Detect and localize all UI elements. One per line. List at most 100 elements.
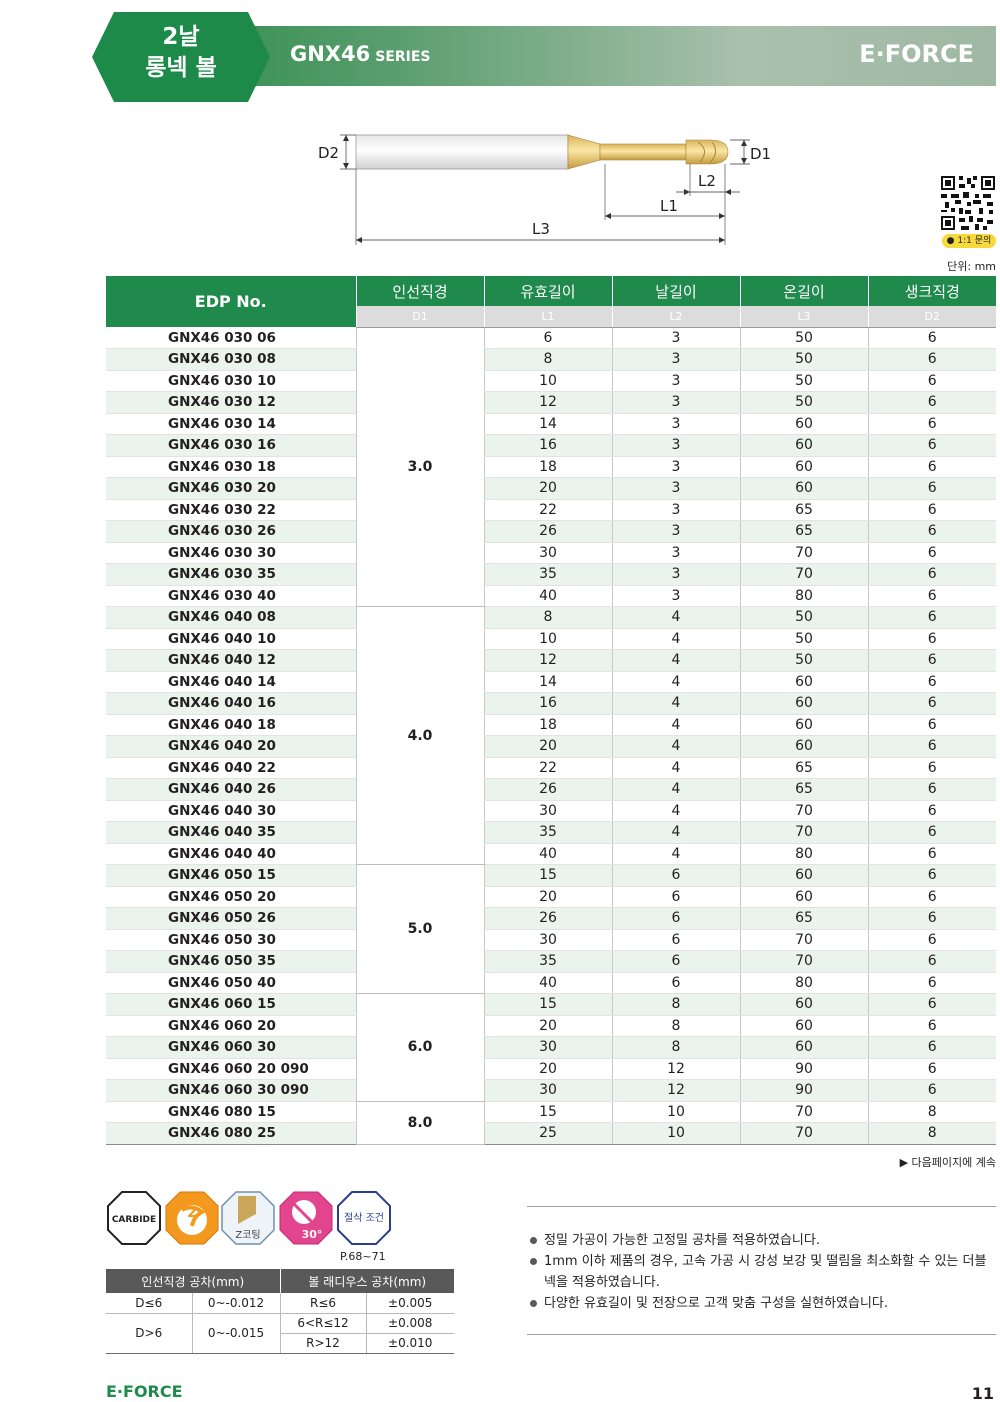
edp-number: GNX46 030 10 — [106, 370, 356, 392]
effective-length: 12 — [483, 649, 612, 672]
flute-length: 4 — [611, 714, 740, 736]
overall-length: 65 — [739, 499, 868, 521]
flute-length: 3 — [611, 456, 740, 478]
edp-number: GNX46 060 20 — [106, 1015, 356, 1037]
shank-diameter: 6 — [867, 606, 996, 629]
flute-length: 12 — [611, 1058, 740, 1080]
shank-diameter: 6 — [867, 413, 996, 435]
edp-number: GNX46 060 30 090 — [106, 1079, 356, 1102]
flute-length: 6 — [611, 907, 740, 930]
table-header-row: EDP No. 인선직경 유효길이 날길이 온길이 생크직경 — [106, 276, 996, 327]
effective-length: 8 — [483, 606, 612, 629]
shank-diameter: 6 — [867, 972, 996, 994]
edp-number: GNX46 030 35 — [106, 563, 356, 586]
effective-length: 25 — [483, 1122, 612, 1145]
overall-length: 60 — [739, 886, 868, 908]
continue-note: ▶ 다음페이지에 계속 — [899, 1156, 996, 1169]
radius-tolerance: ±0.005 — [365, 1293, 454, 1314]
flute-length: 10 — [611, 1101, 740, 1123]
subheader-d2: D2 — [867, 306, 996, 328]
notes-bottom-rule — [527, 1334, 996, 1335]
effective-length: 26 — [483, 520, 612, 543]
shank-diameter: 6 — [867, 348, 996, 371]
effective-length: 18 — [483, 714, 612, 736]
cutting-conditions-icon: 절삭 조건 — [337, 1191, 391, 1245]
flute-length: 4 — [611, 757, 740, 779]
table-row: GNX46 040 40 40 4 80 6 — [106, 843, 996, 865]
edp-number: GNX46 050 30 — [106, 929, 356, 951]
edp-number: GNX46 040 16 — [106, 692, 356, 715]
flute-length: 3 — [611, 477, 740, 500]
shank-diameter: 6 — [867, 907, 996, 930]
effective-length: 14 — [483, 413, 612, 435]
overall-length: 80 — [739, 585, 868, 607]
effective-length: 35 — [483, 821, 612, 844]
subheader-l3: L3 — [739, 306, 868, 328]
table-row: GNX46 030 08 8 3 50 6 — [106, 348, 996, 371]
shank-diameter: 6 — [867, 800, 996, 822]
shank-diameter: 6 — [867, 843, 996, 865]
table-row: GNX46 060 20 090 20 12 90 6 — [106, 1058, 996, 1080]
cutting-conditions-page-ref[interactable]: P.68~71 — [340, 1250, 386, 1263]
table-row: GNX46 040 35 35 4 70 6 — [106, 821, 996, 844]
table-row: GNX46 050 20 20 6 60 6 — [106, 886, 996, 908]
table-row: GNX46 040 20 20 4 60 6 — [106, 735, 996, 758]
overall-length: 60 — [739, 1015, 868, 1037]
effective-length: 20 — [483, 735, 612, 758]
edp-number: GNX46 040 10 — [106, 628, 356, 650]
label-l1: L1 — [660, 197, 678, 215]
effective-length: 20 — [483, 1058, 612, 1080]
tolerance-row: D≤6 0~-0.012 R≤6 ±0.005 — [106, 1293, 454, 1314]
brand-logo: E·FORCE — [859, 40, 974, 68]
table-row: GNX46 060 30 090 30 12 90 6 — [106, 1079, 996, 1102]
overall-length: 50 — [739, 348, 868, 371]
effective-length: 12 — [483, 391, 612, 414]
qr-code[interactable] — [941, 176, 995, 230]
flute-length: 4 — [611, 778, 740, 801]
shank-diameter: 6 — [867, 671, 996, 693]
cutting-label: 절삭 조건 — [344, 1211, 384, 1224]
effective-length: 30 — [483, 800, 612, 822]
overall-length: 90 — [739, 1079, 868, 1102]
overall-length: 70 — [739, 542, 868, 564]
effective-length: 40 — [483, 843, 612, 865]
flute-length: 6 — [611, 950, 740, 973]
chat-icon: ● — [946, 236, 955, 246]
cutting-diameter: 5.0 — [355, 864, 484, 994]
table-row: GNX46 050 26 26 6 65 6 — [106, 907, 996, 930]
overall-length: 60 — [739, 993, 868, 1016]
overall-length: 65 — [739, 778, 868, 801]
cutting-diameter: 8.0 — [355, 1101, 484, 1145]
tool-dimension-drawing: D2 D1 L2 L1 L3 — [318, 134, 771, 245]
shank-diameter: 6 — [867, 563, 996, 586]
table-row: GNX46 040 18 18 4 60 6 — [106, 714, 996, 736]
flute-length: 4 — [611, 692, 740, 715]
overall-length: 65 — [739, 907, 868, 930]
shank-diameter: 6 — [867, 477, 996, 500]
tol-value: 0~-0.015 — [191, 1313, 280, 1354]
overall-length: 50 — [739, 628, 868, 650]
flute-length: 4 — [611, 671, 740, 693]
label-l2: L2 — [698, 172, 716, 190]
edp-number: GNX46 060 15 — [106, 993, 356, 1016]
overall-length: 50 — [739, 327, 868, 349]
flute-length: 4 — [611, 606, 740, 629]
flute-length: 4 — [611, 735, 740, 758]
header-edp: EDP No. — [106, 276, 356, 327]
notes-top-rule — [527, 1206, 996, 1207]
shank-diameter: 6 — [867, 821, 996, 844]
effective-length: 18 — [483, 456, 612, 478]
effective-length: 40 — [483, 972, 612, 994]
edp-number: GNX46 060 20 090 — [106, 1058, 356, 1080]
effective-length: 8 — [483, 348, 612, 371]
table-row: GNX46 030 12 12 3 50 6 — [106, 391, 996, 414]
shank-diameter: 6 — [867, 499, 996, 521]
table-row: GNX46 040 14 14 4 60 6 — [106, 671, 996, 693]
cutting-diameter: 6.0 — [355, 993, 484, 1102]
edp-number: GNX46 030 18 — [106, 456, 356, 478]
flute-length: 12 — [611, 1079, 740, 1102]
table-row: GNX46 030 40 40 3 80 6 — [106, 585, 996, 607]
overall-length: 70 — [739, 800, 868, 822]
table-row: GNX46 030 26 26 3 65 6 — [106, 520, 996, 543]
page-number: 11 — [971, 1384, 994, 1402]
